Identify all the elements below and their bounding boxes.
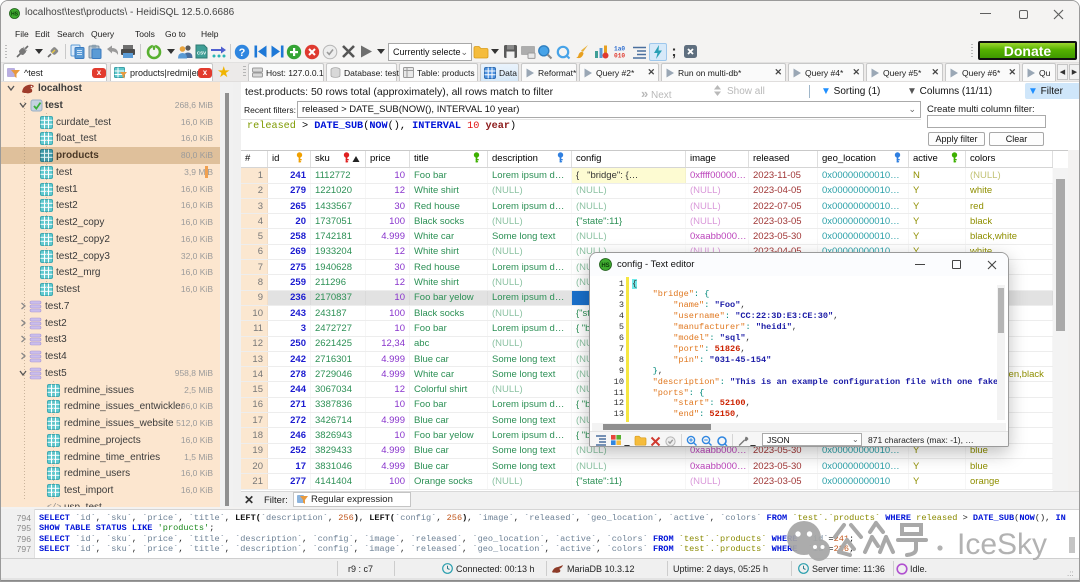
svg-text:010: 010: [614, 53, 625, 59]
svg-text:HS: HS: [601, 263, 609, 269]
svg-text:CSV: CSV: [196, 51, 205, 56]
svg-text:IceSky: IceSky: [957, 528, 1047, 561]
svg-text:?: ?: [239, 46, 246, 58]
svg-text:1a0: 1a0: [614, 46, 625, 53]
svg-text:HS: HS: [11, 12, 19, 18]
